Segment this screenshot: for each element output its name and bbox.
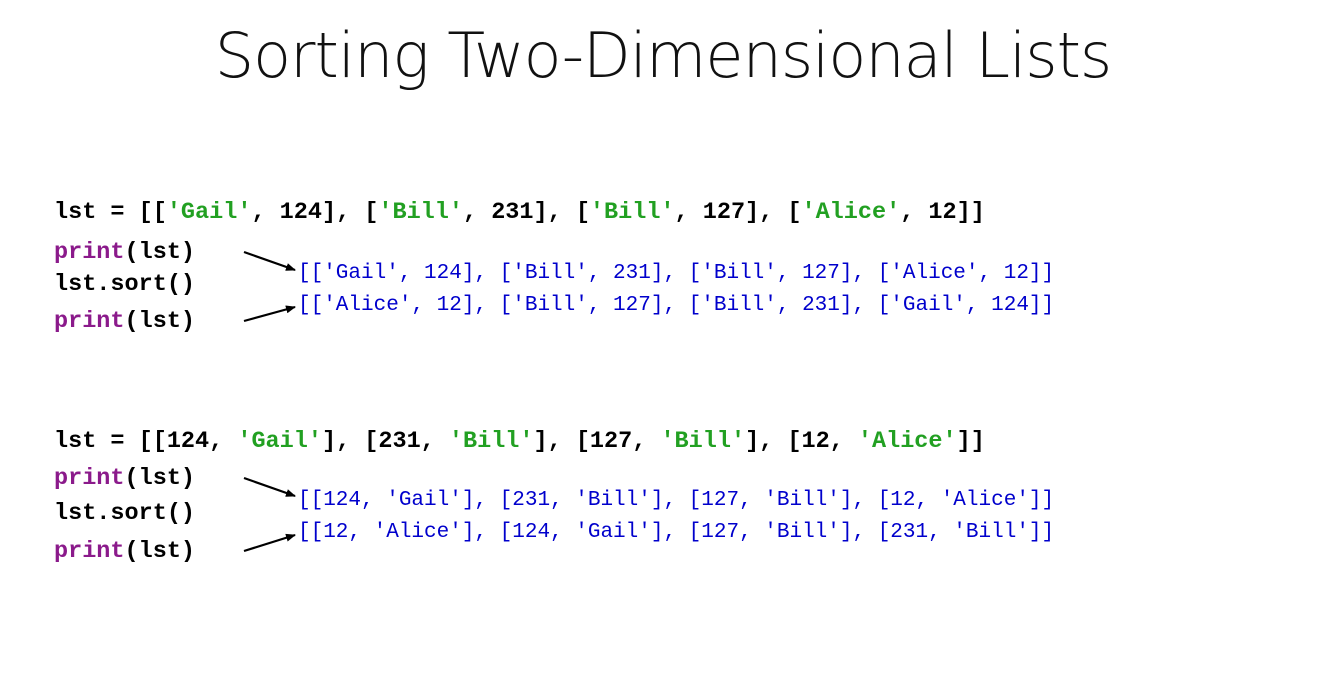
arrow-print-to-output-1a — [243, 250, 296, 272]
arrow-print-to-output-2a — [243, 476, 296, 498]
arrows-layer — [243, 250, 296, 553]
arrow-print-to-output-2b — [243, 533, 296, 553]
arrow-print-to-output-1b — [243, 305, 296, 323]
